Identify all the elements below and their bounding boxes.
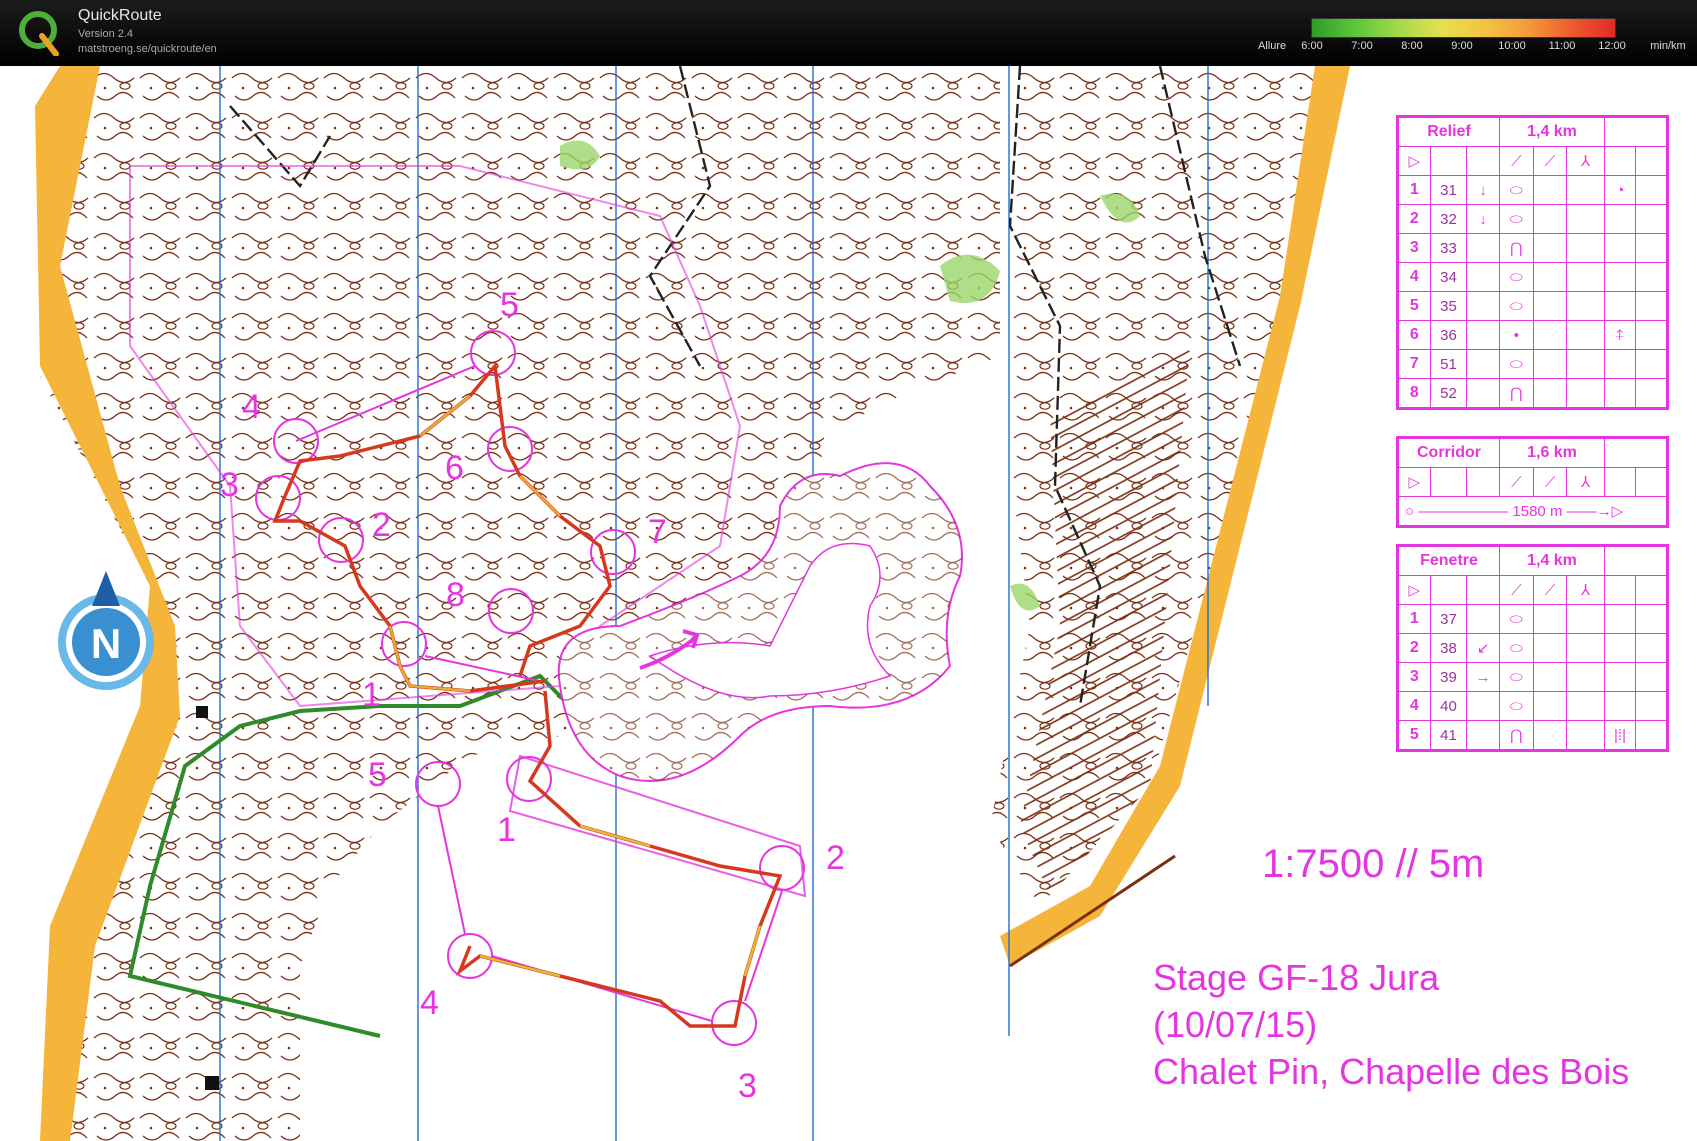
start-triangle-icon: ▷: [1398, 146, 1431, 176]
event-location: Chalet Pin, Chapelle des Bois: [1153, 1051, 1630, 1092]
app-name: QuickRoute: [78, 7, 162, 24]
control-row: 3 33 ⋂: [1398, 233, 1667, 263]
finish-distance: 1580 m: [1512, 503, 1563, 520]
pace-unit: min/km: [1650, 40, 1686, 52]
event-title: Stage GF-18 Jura: [1153, 957, 1440, 998]
fenetre-control-numbers: 1 2 3 4 5: [368, 756, 845, 1105]
pace-legend-label: Allure: [1258, 40, 1287, 52]
relief-distance: 1,4 km: [1499, 117, 1605, 147]
slope-icon: ⟋: [1499, 575, 1534, 605]
fork-icon: ⅄: [1566, 575, 1605, 605]
control-label: 1: [362, 676, 381, 714]
control-row: 8 52 ⋂: [1398, 378, 1667, 408]
control-row: 1 37 ⬭: [1398, 604, 1667, 634]
slope-icon: ⟋: [1499, 467, 1534, 497]
relief-control-description: Relief 1,4 km ▷ ⟋ ⟋ ⅄ 1 31 ↓ ⬭ ◔ 2 32 ↓ ⬭ 3 33 ⋂ …: [1396, 115, 1669, 410]
control-label: 7: [648, 513, 667, 551]
pace-tick: 6:00: [1301, 40, 1323, 52]
pace-legend-ticks: 6:00 7:00 8:00 9:00 10:00 11:00 12:00 mi…: [1298, 40, 1688, 54]
pace-tick: 10:00: [1498, 40, 1526, 52]
start-triangle-icon: ▷: [1398, 467, 1431, 497]
control-row: 3 39 → ⬭: [1398, 662, 1667, 692]
control-row: 5 35 ⬭: [1398, 291, 1667, 321]
control-row: 2 32 ↓ ⬭: [1398, 204, 1667, 234]
gps-route-fenetre-fast: [479, 824, 762, 978]
control-row: 2 38 ↙ ⬭: [1398, 633, 1667, 663]
control-label: 3: [738, 1067, 757, 1105]
control-label: 6: [445, 449, 464, 487]
control-label: 4: [242, 388, 261, 426]
control-label: 2: [826, 839, 845, 877]
corridor-distance: 1,6 km: [1499, 438, 1605, 468]
control-row: 4 34 ⬭: [1398, 262, 1667, 292]
event-date: (10/07/15): [1153, 1004, 1318, 1045]
pace-tick: 11:00: [1548, 40, 1576, 52]
slope-icon: ⟋: [1499, 146, 1534, 176]
fenetre-control-description: Fenetre 1,4 km ▷ ⟋ ⟋ ⅄ 1 37 ⬭ 2 38 ↙ ⬭ 3 39 → ⬭ …: [1396, 544, 1669, 752]
control-row: 5 41 ⋂ |⁞|: [1398, 720, 1667, 750]
control-label: 5: [500, 286, 519, 324]
start-triangle-icon: ▷: [1398, 575, 1431, 605]
corridor-title: Corridor: [1398, 438, 1500, 468]
pace-color-scale: [1311, 18, 1616, 38]
fork-icon: ⅄: [1566, 146, 1605, 176]
pace-tick: 8:00: [1401, 40, 1423, 52]
control-label: 1: [497, 811, 516, 849]
control-label: 2: [372, 506, 391, 544]
app-version: Version 2.4: [78, 28, 134, 40]
pace-tick: 12:00: [1598, 40, 1626, 52]
control-row: 4 40 ⬭: [1398, 691, 1667, 721]
fenetre-title: Fenetre: [1398, 546, 1500, 576]
control-row: 7 51 ⬭: [1398, 349, 1667, 379]
course-fenetre: [415, 754, 807, 1046]
slope-icon: ⟋: [1532, 146, 1568, 176]
control-label: 4: [420, 984, 439, 1022]
control-row: 1 31 ↓ ⬭ ◔: [1398, 175, 1667, 205]
quickroute-logo-icon: [19, 11, 59, 56]
app-header: QuickRoute Version 2.4 matstroeng.se/qui…: [0, 0, 1697, 66]
relief-title: Relief: [1398, 117, 1500, 147]
control-label: 3: [220, 466, 239, 504]
svg-text:N: N: [91, 620, 121, 667]
pace-tick: 9:00: [1451, 40, 1473, 52]
finish-row: ○ —————— 1580 m ——→▷: [1398, 496, 1667, 526]
fork-icon: ⅄: [1566, 467, 1605, 497]
map-scale: 1:7500 // 5m: [1262, 842, 1485, 886]
control-label: 5: [368, 756, 387, 794]
fenetre-distance: 1,4 km: [1499, 546, 1605, 576]
pace-tick: 7:00: [1351, 40, 1373, 52]
control-label: 8: [446, 576, 465, 614]
app-url[interactable]: matstroeng.se/quickroute/en: [78, 43, 217, 55]
slope-icon: ⟋: [1532, 467, 1568, 497]
corridor-control-description: Corridor 1,6 km ▷ ⟋ ⟋ ⅄ ○ —————— 1580 m …: [1396, 436, 1669, 528]
slope-icon: ⟋: [1532, 575, 1568, 605]
control-row: 6 36 • ⍏: [1398, 320, 1667, 350]
